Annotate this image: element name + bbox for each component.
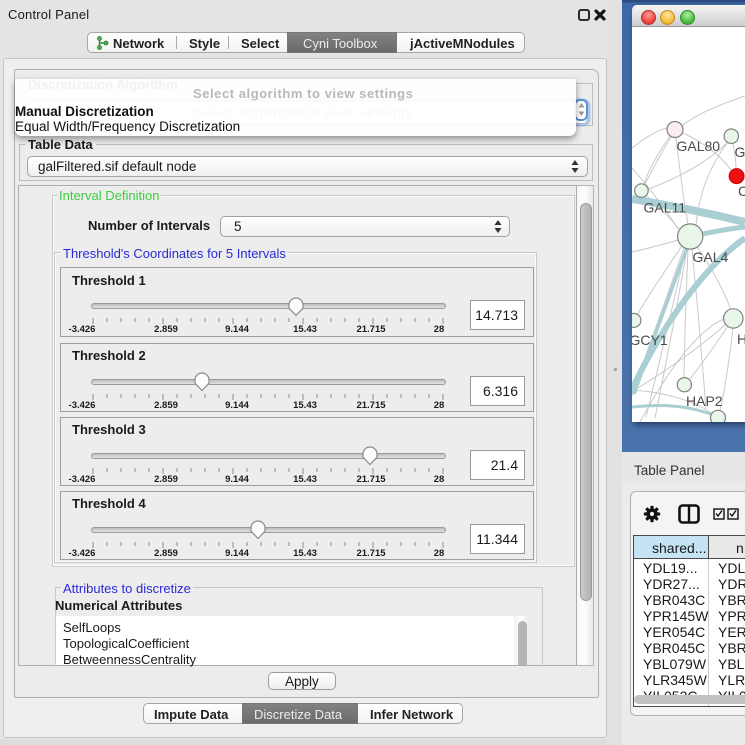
svg-text:GA: GA [735,144,745,160]
svg-text:GAL80: GAL80 [677,138,721,154]
svg-text:GAL11: GAL11 [644,200,687,216]
svg-text:GAL4: GAL4 [693,249,729,265]
svg-text:C: C [738,183,745,199]
svg-text:GCY1: GCY1 [632,332,668,348]
svg-text:HAP2: HAP2 [686,393,723,409]
svg-text:H: H [737,331,745,347]
